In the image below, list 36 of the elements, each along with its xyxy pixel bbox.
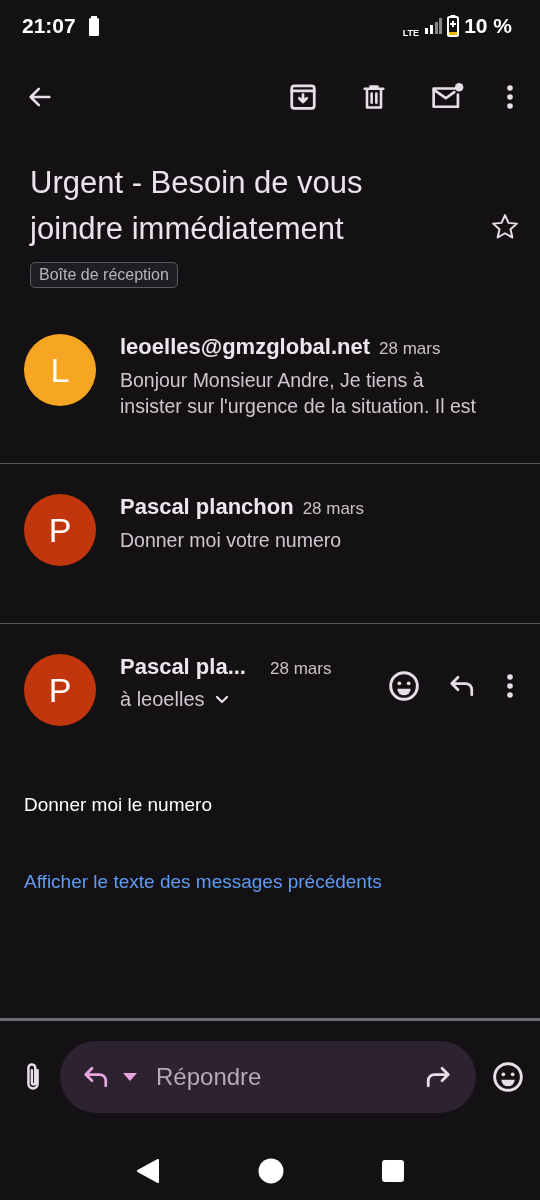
network-type: LTE (402, 28, 420, 38)
emoji-icon[interactable] (388, 670, 420, 702)
reply-input[interactable]: Répondre (154, 1062, 412, 1092)
show-quoted-link[interactable]: Afficher le texte des messages précédents (24, 871, 382, 893)
sender-name: Pascal planchon (120, 494, 294, 520)
avatar: P (24, 654, 96, 726)
clock-time: 21:07 (22, 14, 76, 38)
message-date: 28 mars (379, 339, 441, 359)
chevron-down-icon (214, 694, 229, 705)
sender-name: Pascal pla... (120, 654, 247, 680)
message-snippet: Bonjour Monsieur Andre, Je tiens à insister sur l'urgence de la situation. Il est (120, 368, 477, 419)
message-snippet: Donner moi votre numero (120, 528, 343, 553)
emoji-icon[interactable] (492, 1061, 524, 1093)
battery-percent: 10 % (464, 14, 512, 38)
signal-icon (424, 18, 443, 34)
message-date: 28 mars (270, 659, 332, 679)
message-body: Donner moi le numero (24, 794, 213, 816)
avatar: P (24, 494, 96, 566)
avatar: L (24, 334, 96, 406)
email-subject: Urgent - Besoin de vous joindre immédiatement (30, 164, 364, 248)
message-row[interactable]: P Pascal planchon 28 mars Donner moi votre numero (0, 464, 540, 624)
message-date: 28 mars (302, 499, 365, 519)
dropdown-icon (122, 1072, 138, 1082)
star-icon[interactable] (490, 212, 520, 242)
more-options-icon[interactable] (506, 673, 514, 699)
recipient-dropdown[interactable]: à leoelles (120, 688, 229, 711)
archive-icon[interactable] (288, 82, 318, 112)
reply-field[interactable]: Répondre (60, 1041, 476, 1113)
home-icon[interactable] (258, 1158, 284, 1184)
back-nav-icon[interactable] (136, 1158, 160, 1184)
inbox-label: Boîte de réception (30, 262, 178, 288)
message-row[interactable]: L leoelles@gmzglobal.net 28 mars Bonjour Monsieur Andre, Je tiens à insister sur l'urgence de la situation. Il est (0, 304, 540, 464)
more-options-icon[interactable] (506, 84, 514, 110)
battery-icon (87, 16, 100, 36)
battery-charging-icon (447, 15, 460, 37)
sender-name: leoelles@gmzglobal.net (120, 334, 371, 360)
